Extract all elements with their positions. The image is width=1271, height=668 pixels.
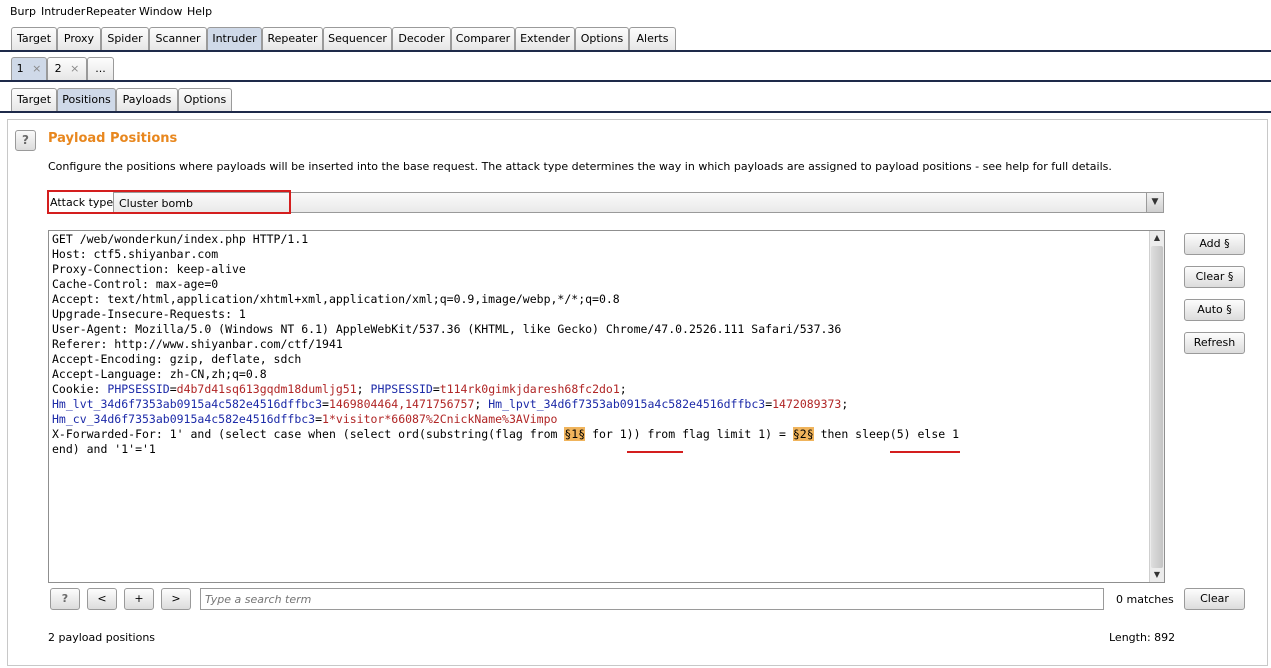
payload-positions-count: 2 payload positions xyxy=(48,631,156,644)
tab-options[interactable]: Options xyxy=(575,27,629,50)
add-marker-button[interactable]: Add § xyxy=(1184,233,1245,255)
dropdown-arrow-icon[interactable]: ▼ xyxy=(1146,193,1163,212)
cookie-key: Hm_lvt_34d6f7353ab0915a4c582e4516dffbc3 xyxy=(52,397,323,411)
request-line: Host: ctf5.shiyanbar.com xyxy=(52,247,219,261)
tab-intruder[interactable]: Intruder xyxy=(207,27,262,50)
request-text[interactable]: GET /web/wonderkun/index.php HTTP/1.1 Ho… xyxy=(52,232,959,457)
attack-tab-label: 2 xyxy=(54,62,62,75)
scroll-down-icon[interactable]: ▼ xyxy=(1150,568,1164,582)
marker-1-underline xyxy=(627,451,683,453)
menu-window[interactable]: Window xyxy=(139,5,182,18)
tab-scanner[interactable]: Scanner xyxy=(149,27,207,50)
attack-type-highlight xyxy=(47,190,291,214)
request-line: Accept: text/html,application/xhtml+xml,… xyxy=(52,292,620,306)
attack-tab-underline xyxy=(0,80,1271,82)
subtab-payloads[interactable]: Payloads xyxy=(116,88,178,111)
menu-burp[interactable]: Burp xyxy=(10,5,36,18)
search-next-button[interactable]: > xyxy=(161,588,191,610)
attack-tab-label: 1 xyxy=(16,62,24,75)
request-line: Accept-Language: zh-CN,zh;q=0.8 xyxy=(52,367,267,381)
close-icon[interactable]: × xyxy=(70,62,79,75)
xff-before: X-Forwarded-For: 1' and (select case whe… xyxy=(52,427,565,441)
request-line: Proxy-Connection: keep-alive xyxy=(52,262,246,276)
attack-tab-2[interactable]: 2 × xyxy=(47,57,87,80)
tab-spider[interactable]: Spider xyxy=(101,27,149,50)
tab-proxy[interactable]: Proxy xyxy=(57,27,101,50)
cookie-key: Hm_cv_34d6f7353ab0915a4c582e4516dffbc3 xyxy=(52,412,316,426)
cookie-value: t114rk0gimkjdaresh68fc2do1 xyxy=(439,382,620,396)
section-description: Configure the positions where payloads w… xyxy=(48,160,1112,173)
scroll-thumb[interactable] xyxy=(1151,246,1163,568)
attack-tab-bar: 1 × 2 × ... xyxy=(0,57,1271,81)
search-help-button[interactable]: ? xyxy=(50,588,80,610)
tab-decoder[interactable]: Decoder xyxy=(392,27,451,50)
marker-2-underline xyxy=(890,451,960,453)
xff-line2: end) and '1'='1 xyxy=(52,442,156,456)
close-icon[interactable]: × xyxy=(32,62,41,75)
main-tab-bar: Target Proxy Spider Scanner Intruder Rep… xyxy=(0,27,1271,52)
cookie-value: 1*visitor*66087%2CnickName%3AVimpo xyxy=(322,412,558,426)
page-title: Payload Positions xyxy=(48,131,178,146)
auto-markers-button[interactable]: Auto § xyxy=(1184,299,1245,321)
request-line: User-Agent: Mozilla/5.0 (Windows NT 6.1)… xyxy=(52,322,842,336)
subtab-options[interactable]: Options xyxy=(178,88,232,111)
menu-repeater[interactable]: Repeater xyxy=(86,5,136,18)
search-input[interactable] xyxy=(201,589,1103,609)
cookie-key: PHPSESSID xyxy=(107,382,170,396)
search-prev-button[interactable]: < xyxy=(87,588,117,610)
search-matches-count: 0 matches xyxy=(1116,593,1174,606)
menu-intruder[interactable]: Intruder xyxy=(41,5,85,18)
cookie-value: 1469804464,1471756757 xyxy=(328,397,475,411)
tab-repeater[interactable]: Repeater xyxy=(262,27,323,50)
request-line: Upgrade-Insecure-Requests: 1 xyxy=(52,307,246,321)
cookie-value: d4b7d41sq613gqdm18dumljg51 xyxy=(176,382,357,396)
attack-tab-1[interactable]: 1 × xyxy=(11,57,47,80)
payload-marker-2[interactable]: §2§ xyxy=(792,427,814,441)
scroll-up-icon[interactable]: ▲ xyxy=(1150,231,1164,245)
sub-tab-bar: Target Positions Payloads Options xyxy=(0,88,1271,113)
tab-comparer[interactable]: Comparer xyxy=(451,27,515,50)
tab-alerts[interactable]: Alerts xyxy=(629,27,676,50)
xff-after: then sleep(5) else 1 xyxy=(813,427,960,441)
cookie-value: 1472089373 xyxy=(772,397,842,411)
cookie-prefix: Cookie: xyxy=(52,382,108,396)
editor-scrollbar[interactable]: ▲ ▼ xyxy=(1149,231,1164,582)
help-icon[interactable]: ? xyxy=(15,130,36,151)
request-line: Cache-Control: max-age=0 xyxy=(52,277,219,291)
search-box[interactable] xyxy=(200,588,1104,610)
refresh-button[interactable]: Refresh xyxy=(1184,332,1245,354)
payload-marker-1[interactable]: §1§ xyxy=(564,427,586,441)
subtab-target[interactable]: Target xyxy=(11,88,57,111)
request-editor[interactable]: GET /web/wonderkun/index.php HTTP/1.1 Ho… xyxy=(48,230,1165,583)
search-add-button[interactable]: + xyxy=(124,588,154,610)
cookie-key: Hm_lpvt_34d6f7353ab0915a4c582e4516dffbc3 xyxy=(488,397,766,411)
menu-bar: Burp Intruder Repeater Window Help xyxy=(0,0,1271,22)
tab-target[interactable]: Target xyxy=(11,27,57,50)
request-length: Length: 892 xyxy=(1109,631,1176,644)
clear-search-button[interactable]: Clear xyxy=(1184,588,1245,610)
subtab-positions[interactable]: Positions xyxy=(57,88,116,111)
sub-tab-underline xyxy=(0,111,1271,113)
tab-sequencer[interactable]: Sequencer xyxy=(323,27,392,50)
clear-markers-button[interactable]: Clear § xyxy=(1184,266,1245,288)
request-line: GET /web/wonderkun/index.php HTTP/1.1 xyxy=(52,232,309,246)
tab-extender[interactable]: Extender xyxy=(515,27,575,50)
new-attack-tab-button[interactable]: ... xyxy=(87,57,114,80)
menu-help[interactable]: Help xyxy=(187,5,212,18)
cookie-key: PHPSESSID xyxy=(370,382,433,396)
request-line: Referer: http://www.shiyanbar.com/ctf/19… xyxy=(52,337,343,351)
request-line: Accept-Encoding: gzip, deflate, sdch xyxy=(52,352,302,366)
main-tab-underline xyxy=(0,50,1271,52)
xff-middle: for 1)) from flag limit 1) = xyxy=(585,427,793,441)
